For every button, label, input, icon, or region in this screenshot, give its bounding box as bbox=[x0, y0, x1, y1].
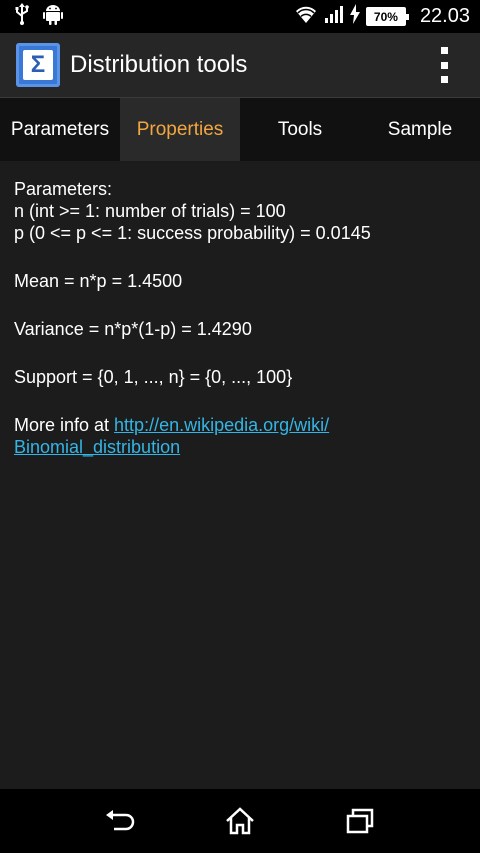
tab-sample[interactable]: Sample bbox=[360, 98, 480, 161]
tab-parameters[interactable]: Parameters bbox=[0, 98, 120, 161]
signal-icon bbox=[324, 4, 344, 29]
app-title: Distribution tools bbox=[70, 51, 248, 78]
battery-level: 70% bbox=[373, 9, 398, 24]
parameter-n: n (int >= 1: number of trials) = 100 bbox=[14, 201, 286, 221]
clock: 22.03 bbox=[419, 5, 470, 27]
back-icon[interactable] bbox=[100, 801, 140, 841]
wikipedia-link-part1[interactable]: http://en.wikipedia.org/wiki/ bbox=[114, 415, 329, 435]
variance-value: Variance = n*p*(1-p) = 1.4290 bbox=[14, 319, 252, 339]
more-info-line: More info at http://en.wikipedia.org/wik… bbox=[14, 414, 470, 436]
app-icon[interactable]: Σ bbox=[16, 43, 60, 87]
screen: 70% 22.03 Σ Distribution tools Parameter… bbox=[0, 0, 480, 853]
mean-value: Mean = n*p = 1.4500 bbox=[14, 271, 183, 291]
tab-properties[interactable]: Properties bbox=[120, 98, 240, 161]
android-icon bbox=[43, 3, 63, 30]
charging-icon bbox=[349, 4, 360, 29]
parameter-p: p (0 <= p <= 1: success probability) = 0… bbox=[14, 223, 371, 243]
sigma-icon: Σ bbox=[23, 50, 53, 80]
parameters-heading: Parameters: bbox=[14, 179, 113, 199]
wikipedia-link-part2[interactable]: Binomial_distribution bbox=[14, 437, 180, 457]
overflow-menu-icon[interactable] bbox=[438, 47, 450, 83]
support-value: Support = {0, 1, ..., n} = {0, ..., 100} bbox=[14, 367, 293, 387]
wifi-icon bbox=[294, 4, 318, 29]
more-info-prefix: More info at bbox=[14, 415, 115, 435]
tab-tools[interactable]: Tools bbox=[240, 98, 360, 161]
home-icon[interactable] bbox=[220, 801, 260, 841]
usb-icon bbox=[15, 3, 29, 30]
battery-icon: 70% bbox=[365, 7, 409, 26]
status-bar: 70% 22.03 bbox=[0, 0, 480, 33]
navigation-bar bbox=[0, 789, 480, 853]
properties-content: Parameters: n (int >= 1: number of trial… bbox=[14, 178, 470, 458]
tab-bar: Parameters Properties Tools Sample bbox=[0, 98, 480, 161]
action-bar: Σ Distribution tools bbox=[0, 33, 480, 98]
recent-apps-icon[interactable] bbox=[340, 801, 380, 841]
